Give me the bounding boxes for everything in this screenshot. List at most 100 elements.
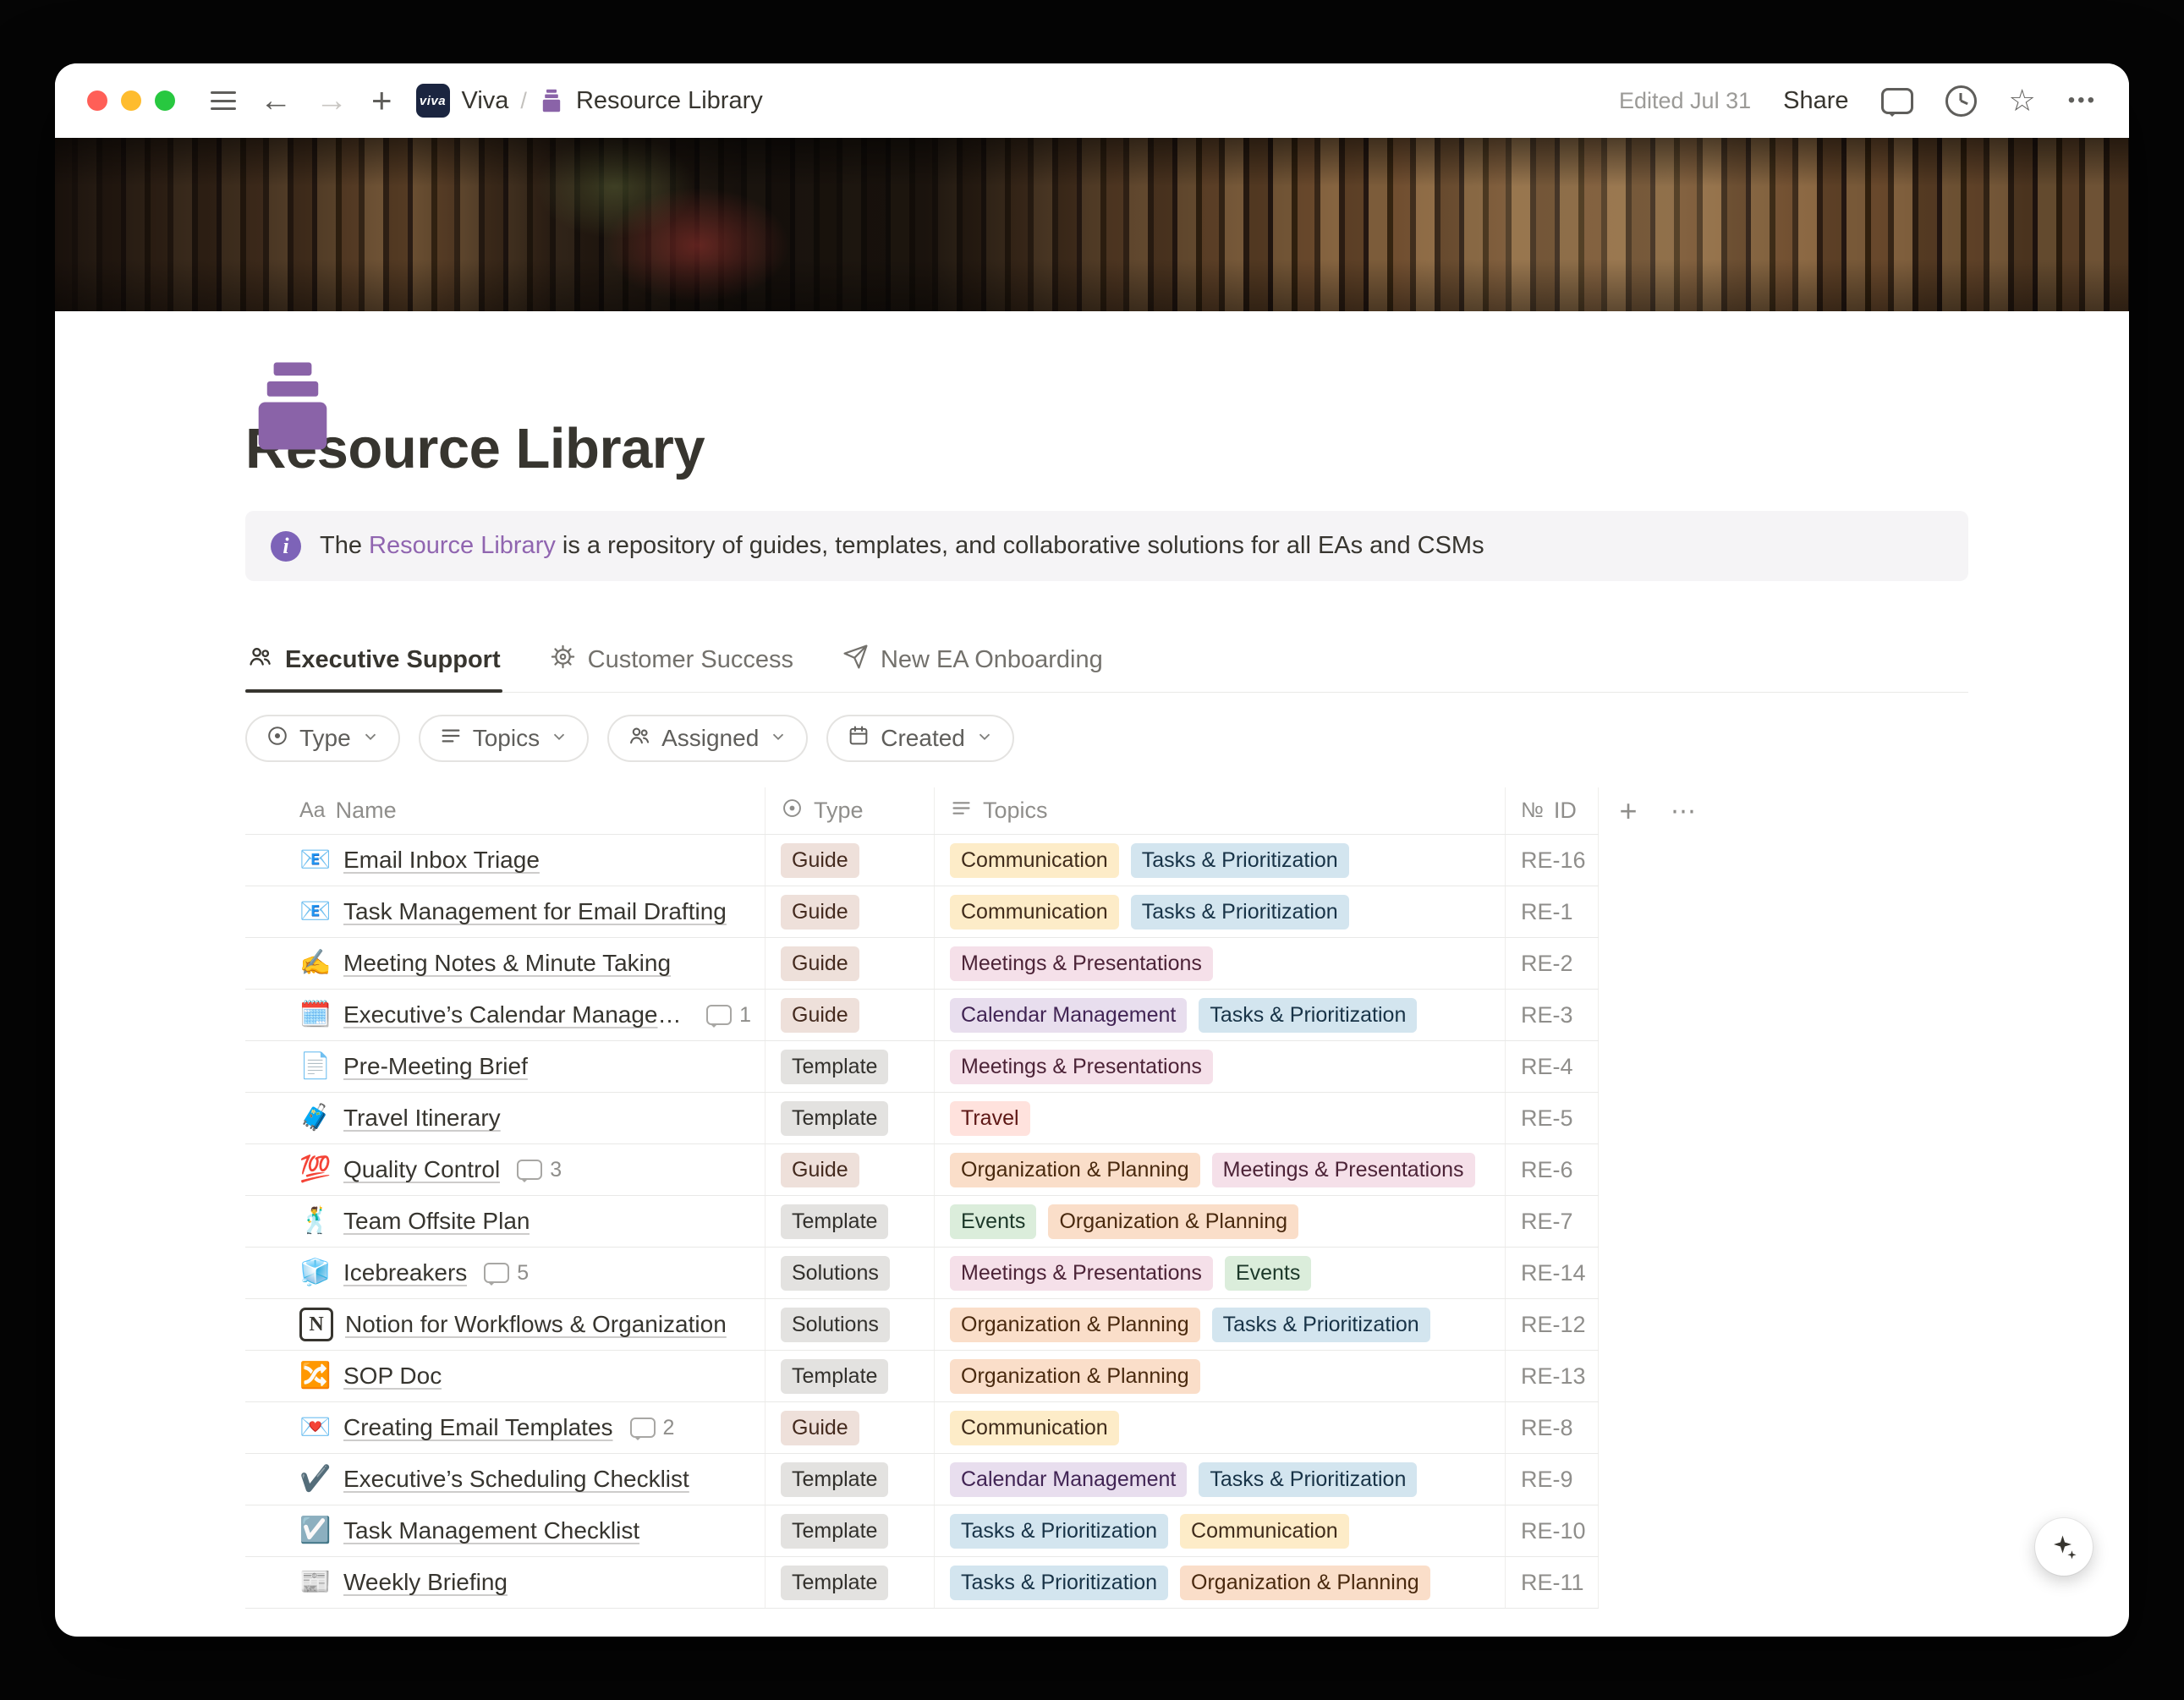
comment-count[interactable]: 2 bbox=[630, 1416, 675, 1440]
row-type-cell[interactable]: Guide bbox=[765, 1402, 935, 1453]
column-header-id[interactable]: № ID bbox=[1506, 787, 1599, 834]
breadcrumb-workspace[interactable]: Viva bbox=[462, 87, 509, 115]
new-page-icon[interactable]: + bbox=[371, 83, 392, 118]
page-link[interactable]: Pre-Meeting Brief bbox=[343, 1053, 528, 1080]
row-type-cell[interactable]: Template bbox=[765, 1454, 935, 1505]
forward-icon[interactable]: → bbox=[316, 85, 348, 117]
tab-executive-support[interactable]: Executive Support bbox=[245, 633, 502, 692]
favorite-star-icon[interactable]: ☆ bbox=[2009, 85, 2036, 116]
row-name-cell[interactable]: 🔀SOP Doc bbox=[245, 1351, 765, 1401]
comment-count[interactable]: 3 bbox=[517, 1158, 562, 1182]
row-topics-cell[interactable]: Travel bbox=[935, 1093, 1506, 1143]
table-row[interactable]: ☑️Task Management ChecklistTemplateTasks… bbox=[245, 1505, 1599, 1557]
row-name-cell[interactable]: 📧Email Inbox Triage bbox=[245, 835, 765, 886]
tab-new-ea-onboarding[interactable]: New EA Onboarding bbox=[841, 633, 1105, 692]
row-type-cell[interactable]: Template bbox=[765, 1557, 935, 1608]
page-link[interactable]: Creating Email Templates bbox=[343, 1414, 613, 1441]
row-name-cell[interactable]: 💌Creating Email Templates2 bbox=[245, 1402, 765, 1453]
share-button[interactable]: Share bbox=[1783, 87, 1848, 115]
resource-library-link[interactable]: Resource Library bbox=[369, 532, 556, 559]
page-icon-archive[interactable] bbox=[245, 359, 340, 453]
row-topics-cell[interactable]: Tasks & PrioritizationCommunication bbox=[935, 1505, 1506, 1556]
add-property-button[interactable]: + bbox=[1599, 787, 1658, 835]
cover-image-bookshelf[interactable] bbox=[55, 138, 2129, 311]
tab-customer-success[interactable]: Customer Success bbox=[548, 633, 795, 692]
page-link[interactable]: Executive’s Calendar Management bbox=[343, 1001, 689, 1028]
table-row[interactable]: 💌Creating Email Templates2GuideCommunica… bbox=[245, 1402, 1599, 1454]
filter-created[interactable]: Created bbox=[826, 715, 1014, 762]
page-link[interactable]: SOP Doc bbox=[343, 1363, 442, 1390]
history-icon[interactable] bbox=[1945, 85, 1977, 117]
row-topics-cell[interactable]: Organization & PlanningTasks & Prioritiz… bbox=[935, 1299, 1506, 1350]
row-topics-cell[interactable]: Meetings & Presentations bbox=[935, 938, 1506, 989]
table-row[interactable]: ✔️Executive’s Scheduling ChecklistTempla… bbox=[245, 1454, 1599, 1505]
page-link[interactable]: Team Offsite Plan bbox=[343, 1208, 530, 1235]
row-topics-cell[interactable]: CommunicationTasks & Prioritization bbox=[935, 835, 1506, 886]
row-name-cell[interactable]: 🗓️Executive’s Calendar Management1 bbox=[245, 990, 765, 1040]
table-row[interactable]: 📄Pre-Meeting BriefTemplateMeetings & Pre… bbox=[245, 1041, 1599, 1093]
page-link[interactable]: Email Inbox Triage bbox=[343, 847, 540, 874]
page-link[interactable]: Executive’s Scheduling Checklist bbox=[343, 1466, 689, 1493]
table-row[interactable]: 🕺Team Offsite PlanTemplateEventsOrganiza… bbox=[245, 1196, 1599, 1248]
row-topics-cell[interactable]: Tasks & PrioritizationOrganization & Pla… bbox=[935, 1557, 1506, 1608]
row-type-cell[interactable]: Guide bbox=[765, 990, 935, 1040]
filter-topics[interactable]: Topics bbox=[419, 715, 589, 762]
table-row[interactable]: 🗓️Executive’s Calendar Management1GuideC… bbox=[245, 990, 1599, 1041]
workspace-icon[interactable]: viva bbox=[416, 84, 450, 118]
page-link[interactable]: Task Management for Email Drafting bbox=[343, 898, 727, 925]
row-topics-cell[interactable]: Meetings & PresentationsEvents bbox=[935, 1248, 1506, 1298]
row-name-cell[interactable]: 🕺Team Offsite Plan bbox=[245, 1196, 765, 1247]
column-header-name[interactable]: Aa Name bbox=[245, 787, 765, 834]
page-link[interactable]: Icebreakers bbox=[343, 1259, 467, 1286]
row-name-cell[interactable]: 📰Weekly Briefing bbox=[245, 1557, 765, 1608]
minimize-button[interactable] bbox=[121, 90, 141, 111]
breadcrumb-page[interactable]: Resource Library bbox=[576, 87, 763, 115]
comment-count[interactable]: 1 bbox=[706, 1003, 751, 1028]
row-type-cell[interactable]: Template bbox=[765, 1505, 935, 1556]
row-topics-cell[interactable]: Communication bbox=[935, 1402, 1506, 1453]
page-link[interactable]: Meeting Notes & Minute Taking bbox=[343, 950, 671, 977]
table-row[interactable]: ✍️Meeting Notes & Minute TakingGuideMeet… bbox=[245, 938, 1599, 990]
table-row[interactable]: 🔀SOP DocTemplateOrganization & PlanningR… bbox=[245, 1351, 1599, 1402]
row-name-cell[interactable]: ☑️Task Management Checklist bbox=[245, 1505, 765, 1556]
row-topics-cell[interactable]: EventsOrganization & Planning bbox=[935, 1196, 1506, 1247]
row-name-cell[interactable]: ✍️Meeting Notes & Minute Taking bbox=[245, 938, 765, 989]
page-link[interactable]: Travel Itinerary bbox=[343, 1105, 501, 1132]
row-type-cell[interactable]: Guide bbox=[765, 886, 935, 937]
page-link[interactable]: Task Management Checklist bbox=[343, 1517, 639, 1544]
row-type-cell[interactable]: Template bbox=[765, 1041, 935, 1092]
row-type-cell[interactable]: Solutions bbox=[765, 1299, 935, 1350]
table-row[interactable]: 📧Task Management for Email DraftingGuide… bbox=[245, 886, 1599, 938]
row-topics-cell[interactable]: Calendar ManagementTasks & Prioritizatio… bbox=[935, 1454, 1506, 1505]
ai-assistant-button[interactable] bbox=[2035, 1518, 2093, 1576]
table-row[interactable]: 📰Weekly BriefingTemplateTasks & Prioriti… bbox=[245, 1557, 1599, 1609]
page-link[interactable]: Quality Control bbox=[343, 1156, 500, 1183]
table-row[interactable]: 📧Email Inbox TriageGuideCommunicationTas… bbox=[245, 835, 1599, 886]
table-row[interactable]: 💯Quality Control3GuideOrganization & Pla… bbox=[245, 1144, 1599, 1196]
row-topics-cell[interactable]: Meetings & Presentations bbox=[935, 1041, 1506, 1092]
row-type-cell[interactable]: Template bbox=[765, 1093, 935, 1143]
row-type-cell[interactable]: Guide bbox=[765, 938, 935, 989]
table-row[interactable]: 🧳Travel ItineraryTemplateTravelRE-5 bbox=[245, 1093, 1599, 1144]
row-name-cell[interactable]: 📧Task Management for Email Drafting bbox=[245, 886, 765, 937]
column-header-type[interactable]: Type bbox=[765, 787, 935, 834]
page-link[interactable]: Weekly Briefing bbox=[343, 1569, 508, 1596]
row-name-cell[interactable]: 🧳Travel Itinerary bbox=[245, 1093, 765, 1143]
column-header-topics[interactable]: Topics bbox=[935, 787, 1506, 834]
page-link[interactable]: Notion for Workflows & Organization bbox=[345, 1311, 727, 1338]
page-title[interactable]: Resource Library bbox=[245, 420, 1968, 479]
table-options-button[interactable]: ⋯ bbox=[1658, 787, 1709, 835]
row-name-cell[interactable]: 📄Pre-Meeting Brief bbox=[245, 1041, 765, 1092]
row-topics-cell[interactable]: CommunicationTasks & Prioritization bbox=[935, 886, 1506, 937]
row-topics-cell[interactable]: Calendar ManagementTasks & Prioritizatio… bbox=[935, 990, 1506, 1040]
row-name-cell[interactable]: 💯Quality Control3 bbox=[245, 1144, 765, 1195]
row-type-cell[interactable]: Solutions bbox=[765, 1248, 935, 1298]
row-topics-cell[interactable]: Organization & PlanningMeetings & Presen… bbox=[935, 1144, 1506, 1195]
row-type-cell[interactable]: Template bbox=[765, 1196, 935, 1247]
row-name-cell[interactable]: ✔️Executive’s Scheduling Checklist bbox=[245, 1454, 765, 1505]
back-icon[interactable]: ← bbox=[260, 85, 292, 117]
more-options-icon[interactable]: ••• bbox=[2068, 89, 2097, 112]
table-row[interactable]: 🧊Icebreakers5SolutionsMeetings & Present… bbox=[245, 1248, 1599, 1299]
row-name-cell[interactable]: 🧊Icebreakers5 bbox=[245, 1248, 765, 1298]
row-topics-cell[interactable]: Organization & Planning bbox=[935, 1351, 1506, 1401]
